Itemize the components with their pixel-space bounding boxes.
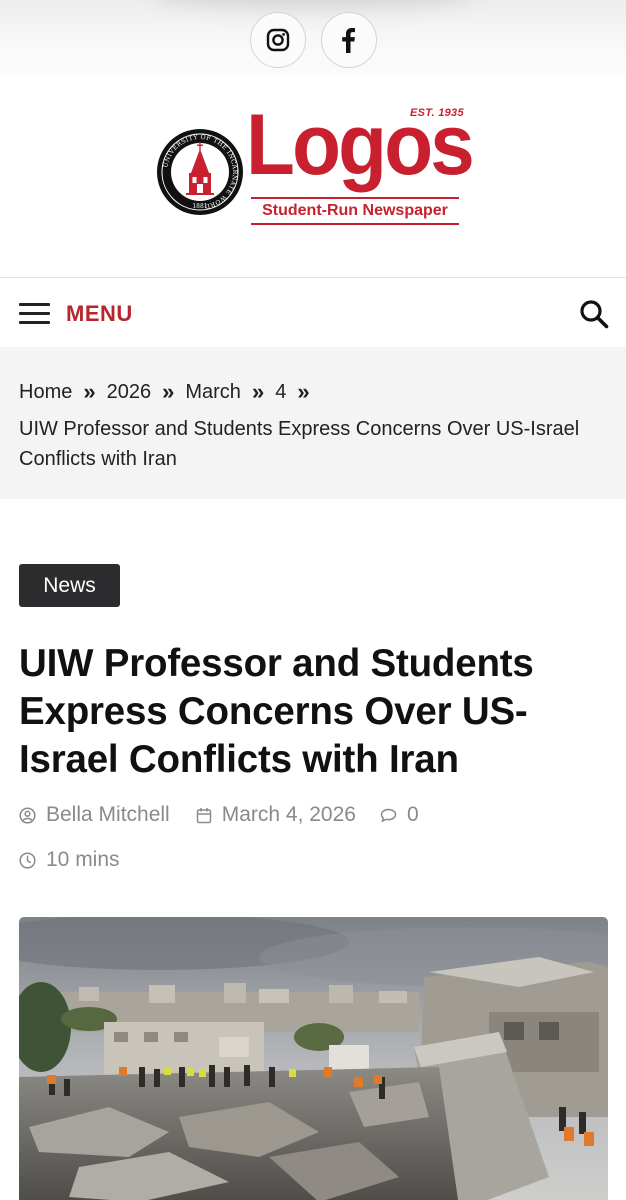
breadcrumb-month[interactable]: March: [185, 381, 241, 404]
facebook-button[interactable]: [321, 12, 377, 68]
publish-date-text[interactable]: March 4, 2026: [222, 803, 356, 827]
breadcrumb-day[interactable]: 4: [275, 381, 286, 404]
university-seal-icon: UNIVERSITY OF THE INCARNATE WORD 1881: [157, 129, 243, 215]
breadcrumb: Home » 2026 » March » 4 » UIW Professor …: [0, 347, 626, 499]
masthead: UNIVERSITY OF THE INCARNATE WORD 1881 Lo…: [0, 76, 626, 278]
breadcrumb-home[interactable]: Home: [19, 381, 72, 404]
reading-time: 10 mins: [19, 848, 120, 872]
author[interactable]: Bella Mitchell: [19, 803, 170, 827]
breadcrumb-separator: »: [251, 378, 265, 404]
logo-divider: [251, 197, 459, 199]
logo-divider: [251, 223, 459, 225]
breadcrumb-separator: »: [162, 378, 175, 404]
instagram-icon: [266, 28, 290, 52]
comments-count-text[interactable]: 0: [407, 803, 419, 827]
menu-bar: MENU: [0, 279, 626, 347]
comment-icon: [380, 808, 397, 822]
breadcrumb-year[interactable]: 2026: [107, 381, 152, 404]
breadcrumb-separator: »: [297, 378, 310, 404]
search-icon[interactable]: [578, 298, 610, 330]
article-title: UIW Professor and Students Express Conce…: [19, 642, 534, 781]
reading-time-text: 10 mins: [46, 848, 120, 871]
featured-image[interactable]: [19, 917, 608, 1200]
seal-year: 1881: [192, 203, 207, 210]
calendar-icon: [196, 807, 211, 823]
featured-photo-graphic: [19, 917, 608, 1200]
category-badge[interactable]: News: [19, 564, 120, 607]
hamburger-icon[interactable]: [19, 301, 50, 325]
facebook-icon: [342, 28, 355, 53]
clock-icon: [19, 851, 36, 869]
logo-established: EST. 1935: [410, 107, 464, 119]
logo-tagline: Student-Run Newspaper: [262, 202, 448, 219]
author-name[interactable]: Bella Mitchell: [46, 803, 170, 827]
breadcrumb-current: UIW Professor and Students Express Conce…: [19, 418, 580, 470]
publish-date[interactable]: March 4, 2026: [196, 803, 356, 827]
breadcrumb-separator: »: [83, 378, 96, 404]
user-icon: [19, 806, 36, 824]
instagram-button[interactable]: [250, 12, 306, 68]
menu-button[interactable]: MENU: [66, 301, 133, 327]
social-bar: [0, 0, 626, 76]
article-meta: Bella Mitchell March 4, 2026 0: [19, 803, 419, 827]
comments-count[interactable]: 0: [380, 803, 419, 827]
